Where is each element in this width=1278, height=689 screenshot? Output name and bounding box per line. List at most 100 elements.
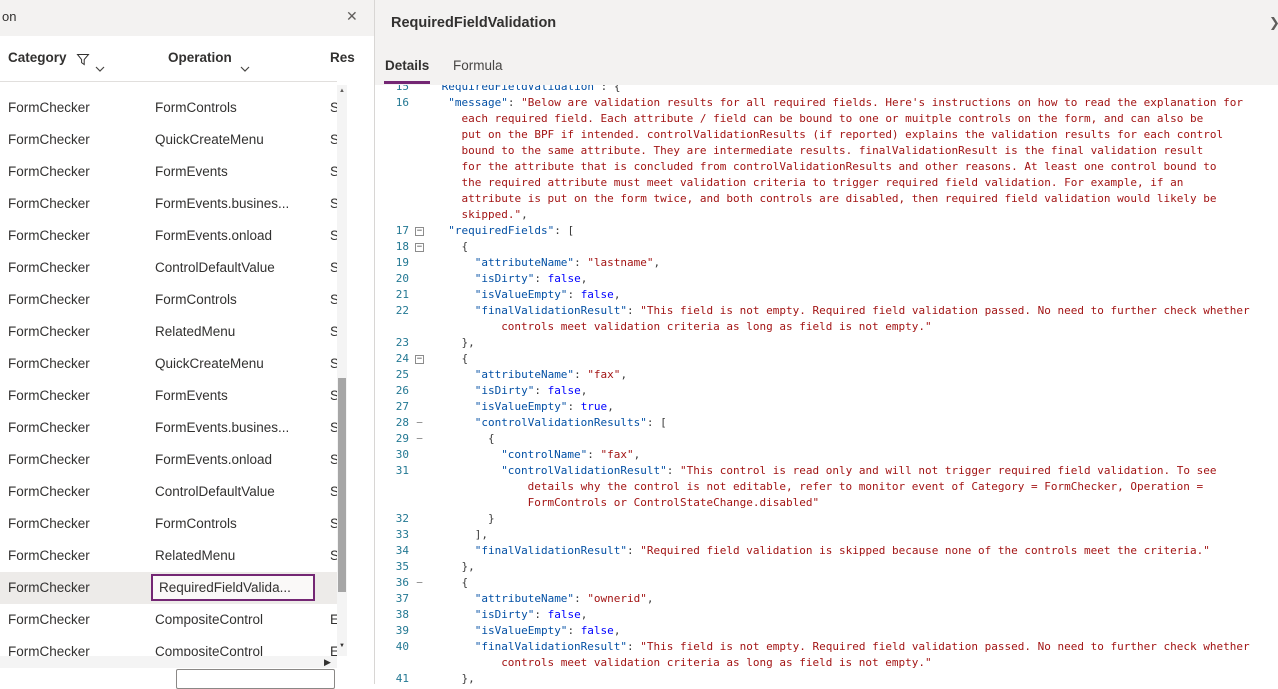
line-number: 18 <box>375 239 409 255</box>
code-line: 38"isDirty": false, <box>375 607 1278 623</box>
code-line: 17−"requiredFields": [ <box>375 223 1278 239</box>
line-number: 25 <box>375 367 409 383</box>
json-code-viewer[interactable]: 15"RequiredFieldValidation": {16"message… <box>375 85 1278 684</box>
fold-toggle-icon <box>409 191 430 207</box>
fold-toggle-icon <box>409 559 430 575</box>
code-text: controls meet validation criteria as lon… <box>430 319 932 335</box>
result-cell: S <box>330 540 337 572</box>
code-text: controls meet validation criteria as lon… <box>430 655 932 671</box>
table-row[interactable]: FormCheckerFormEvents.onloadS <box>0 444 337 476</box>
fold-toggle-icon <box>409 671 430 684</box>
code-line: 29−{ <box>375 431 1278 447</box>
vertical-scrollbar[interactable]: ▲ ▼ <box>337 85 347 656</box>
fold-toggle-icon <box>409 527 430 543</box>
code-line: 33], <box>375 527 1278 543</box>
table-row[interactable]: FormCheckerQuickCreateMenuS <box>0 124 337 156</box>
event-details-panel: RequiredFieldValidation ❯ Details Formul… <box>375 0 1278 684</box>
table-row[interactable]: FormCheckerQuickCreateMenuS <box>0 348 337 380</box>
table-row[interactable]: FormCheckerRelatedMenuS <box>0 540 337 572</box>
operation-cell: FormEvents.onload <box>155 220 272 252</box>
table-row[interactable]: FormCheckerControlDefaultValueS <box>0 252 337 284</box>
table-row[interactable]: FormCheckerFormEventsS <box>0 156 337 188</box>
scrollbar-thumb[interactable] <box>338 378 346 592</box>
code-line: skipped.", <box>375 207 1278 223</box>
close-icon[interactable]: ✕ <box>346 8 358 25</box>
table-row[interactable]: FormCheckerFormEventsS <box>0 380 337 412</box>
operation-cell: FormEvents.busines... <box>155 188 289 220</box>
bottom-input-field[interactable] <box>176 669 335 689</box>
chevron-down-icon[interactable] <box>240 59 250 77</box>
category-cell: FormChecker <box>8 348 90 380</box>
details-tabs-bar: Details Formula <box>375 48 1278 85</box>
tab-formula[interactable]: Formula <box>453 48 503 85</box>
fold-toggle-icon[interactable]: − <box>409 239 430 255</box>
code-line: 31 "controlValidationResult": "This contr… <box>375 463 1278 479</box>
code-text: "isDirty": false, <box>430 607 587 623</box>
column-header-category[interactable]: Category <box>8 50 67 65</box>
line-number: 36 <box>375 575 409 591</box>
code-text: attribute is put on the form twice, and … <box>430 191 1216 207</box>
category-cell: FormChecker <box>8 604 90 636</box>
code-text: "finalValidationResult": "This field is … <box>430 639 1250 655</box>
table-row[interactable]: FormCheckerFormEvents.busines...S <box>0 188 337 220</box>
horizontal-scrollbar[interactable]: ▶ <box>0 656 337 668</box>
code-line: 27"isValueEmpty": true, <box>375 399 1278 415</box>
code-text: bound to the same attribute. They are in… <box>430 143 1203 159</box>
fold-toggle-icon[interactable]: − <box>409 431 430 447</box>
table-row[interactable]: FormCheckerFormControlsS <box>0 284 337 316</box>
code-text: { <box>430 431 495 447</box>
fold-toggle-icon[interactable]: − <box>409 351 430 367</box>
result-cell: S <box>330 252 337 284</box>
line-number: 26 <box>375 383 409 399</box>
code-line: the required attribute must meet validat… <box>375 175 1278 191</box>
line-number: 39 <box>375 623 409 639</box>
code-line: 15"RequiredFieldValidation": { <box>375 85 1278 95</box>
line-number: 31 <box>375 463 409 479</box>
table-row[interactable]: FormCheckerCompositeControlE <box>0 636 337 656</box>
chevron-right-icon[interactable]: ❯ <box>1269 15 1278 31</box>
chevron-down-icon[interactable] <box>95 59 105 77</box>
table-row[interactable]: FormCheckerControlDefaultValueS <box>0 476 337 508</box>
fold-toggle-icon[interactable]: − <box>409 575 430 591</box>
code-text: }, <box>430 671 475 684</box>
column-header-result[interactable]: Res <box>330 50 355 65</box>
fold-toggle-icon <box>409 143 430 159</box>
category-cell: FormChecker <box>8 380 90 412</box>
fold-toggle-icon[interactable]: − <box>409 223 430 239</box>
line-number: 40 <box>375 639 409 655</box>
fold-toggle-icon <box>409 399 430 415</box>
code-text: skipped.", <box>430 207 528 223</box>
line-number: 17 <box>375 223 409 239</box>
category-cell: FormChecker <box>8 636 90 656</box>
scroll-up-icon[interactable]: ▲ <box>337 88 347 94</box>
table-row[interactable]: FormCheckerRelatedMenuS <box>0 316 337 348</box>
table-row[interactable]: FormCheckerFormControlsS <box>0 508 337 540</box>
operation-cell: RelatedMenu <box>155 316 235 348</box>
fold-toggle-icon[interactable]: − <box>409 415 430 431</box>
code-text: "controlValidationResult": "This control… <box>430 463 1216 479</box>
page-title: RequiredFieldValidation <box>391 15 556 31</box>
line-number: 27 <box>375 399 409 415</box>
tab-details[interactable]: Details <box>385 48 429 85</box>
column-header-operation[interactable]: Operation <box>168 50 232 65</box>
code-text: { <box>430 575 468 591</box>
table-row[interactable]: FormCheckerFormEvents.busines...S <box>0 412 337 444</box>
line-number: 35 <box>375 559 409 575</box>
code-text: "isDirty": false, <box>430 271 587 287</box>
scroll-right-icon[interactable]: ▶ <box>324 656 331 668</box>
table-row[interactable]: FormCheckerFormEvents.onloadS <box>0 220 337 252</box>
code-text: "isValueEmpty": false, <box>430 287 620 303</box>
result-cell: S <box>330 156 337 188</box>
code-text: "attributeName": "fax", <box>430 367 627 383</box>
category-cell: FormChecker <box>8 476 90 508</box>
table-row[interactable]: FormCheckerFormControlsS <box>0 92 337 124</box>
table-row[interactable]: FormCheckerCompositeControlE <box>0 604 337 636</box>
scroll-down-icon[interactable]: ▼ <box>337 643 347 649</box>
code-text: FormControls or ControlStateChange.disab… <box>430 495 819 511</box>
code-text: details why the control is not editable,… <box>430 479 1203 495</box>
result-cell: S <box>330 476 337 508</box>
line-number: 21 <box>375 287 409 303</box>
filter-funnel-icon[interactable] <box>76 53 90 71</box>
table-row[interactable]: FormCheckerRequiredFieldValida... <box>0 572 337 604</box>
fold-toggle-icon <box>409 159 430 175</box>
